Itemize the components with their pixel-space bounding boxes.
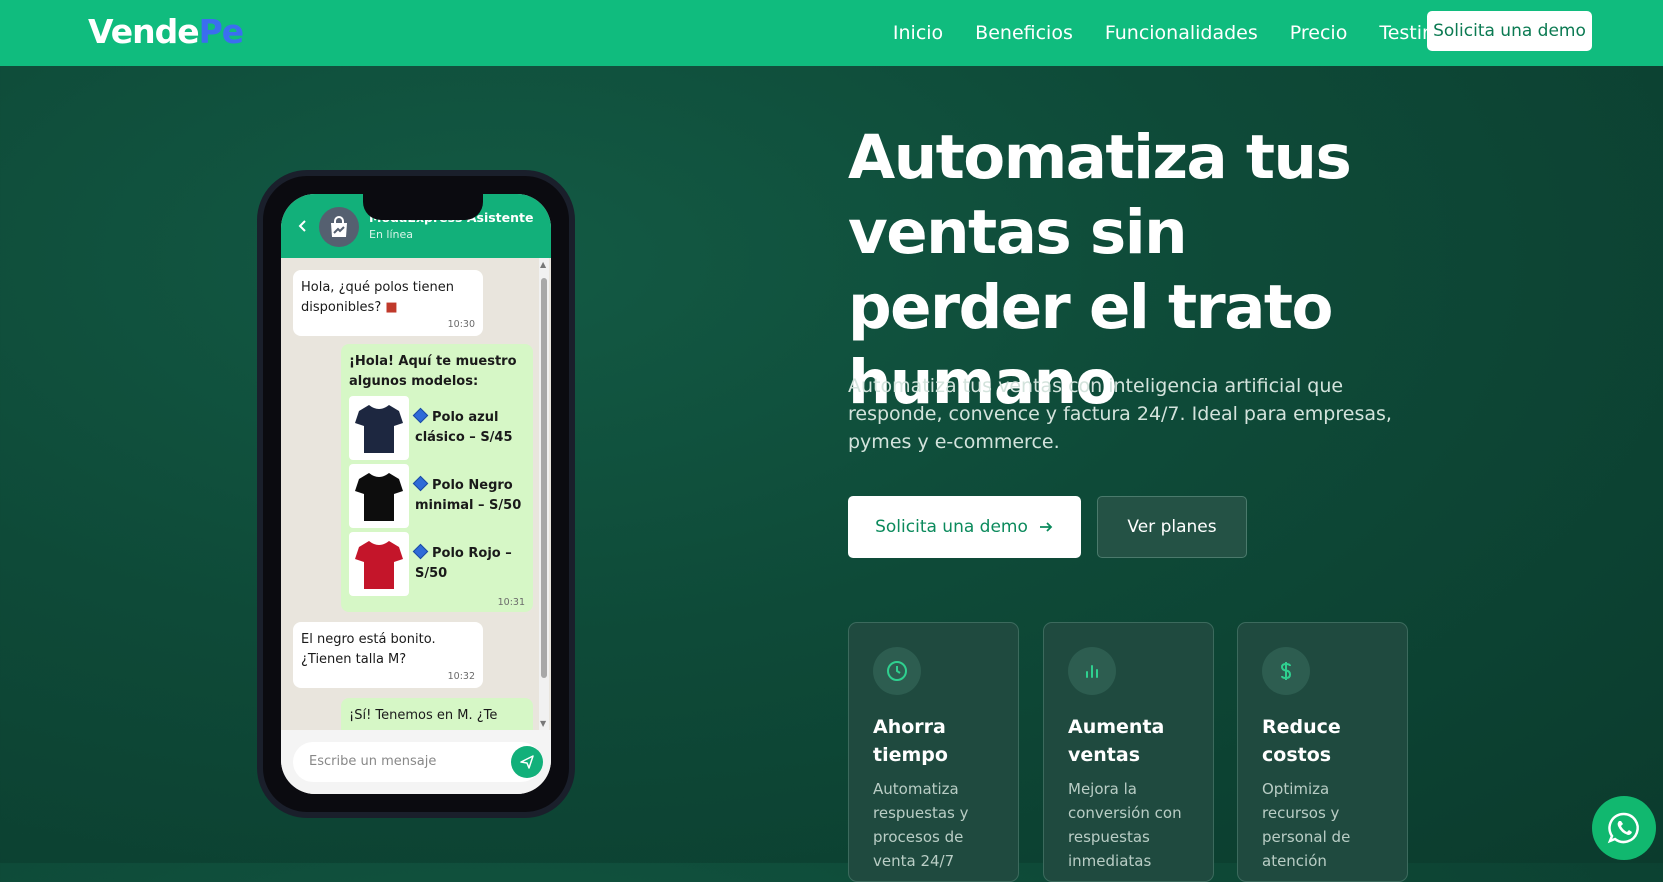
message-time: 10:32: [447, 671, 475, 682]
feature-card: Reduce costos Optimiza recursos y person…: [1237, 622, 1408, 882]
message-text: ¡Hola! Aquí te muestro algunos modelos:: [349, 354, 517, 389]
product-name: Polo azul clásico – S/45: [415, 410, 513, 445]
diamond-icon: [412, 407, 429, 424]
logo-part2: Pe: [198, 12, 245, 51]
logo[interactable]: VendePe: [88, 12, 245, 51]
shirt-emoji-icon: ■: [385, 300, 398, 315]
tshirt-navy-icon: [355, 405, 403, 453]
chat-message-outgoing: ¡Hola! Aquí te muestro algunos modelos: …: [341, 344, 533, 612]
top-navbar: VendePe Inicio Beneficios Funcionalidade…: [0, 0, 1663, 66]
whatsapp-float-button[interactable]: [1592, 796, 1656, 860]
scroll-down-icon[interactable]: ▼: [540, 719, 546, 728]
message-text: ¡Sí! Tenemos en M. ¿Te: [349, 708, 498, 723]
feature-desc: Optimiza recursos y personal de atención: [1262, 780, 1351, 870]
chat-input-bar: Escribe un mensaje: [281, 730, 551, 794]
diamond-icon: [412, 543, 429, 560]
dollar-icon: [1262, 647, 1310, 695]
nav-demo-button[interactable]: Solicita una demo: [1427, 11, 1592, 51]
tshirt-red-icon: [355, 541, 403, 589]
phone-notch: [363, 194, 483, 220]
nav-link-precio[interactable]: Precio: [1290, 22, 1348, 44]
nav-link-funcionalidades[interactable]: Funcionalidades: [1105, 22, 1258, 44]
chat-message-incoming: El negro está bonito. ¿Tienen talla M? 1…: [293, 622, 483, 688]
feature-card: Aumenta ventas Mejora la conversión con …: [1043, 622, 1214, 882]
arrow-right-icon: [1039, 522, 1053, 532]
product-name: Polo Negro minimal – S/50: [415, 478, 522, 513]
product-item[interactable]: Polo azul clásico – S/45: [349, 396, 525, 460]
hero-demo-button[interactable]: Solicita una demo: [848, 496, 1081, 558]
feature-desc: Automatiza respuestas y procesos de vent…: [873, 780, 969, 870]
chat-message-incoming: Hola, ¿qué polos tienen disponibles? ■ 1…: [293, 270, 483, 336]
product-item[interactable]: Polo Negro minimal – S/50: [349, 464, 525, 528]
product-image: [349, 532, 409, 596]
contact-avatar: [319, 207, 359, 247]
feature-desc: Mejora la conversión con respuestas inme…: [1068, 780, 1182, 870]
feature-title: Reduce costos: [1262, 716, 1341, 766]
hero-plans-button[interactable]: Ver planes: [1097, 496, 1247, 558]
tshirt-black-icon: [355, 473, 403, 521]
feature-card: Ahorra tiempo Automatiza respuestas y pr…: [848, 622, 1019, 882]
nav-link-inicio[interactable]: Inicio: [893, 22, 943, 44]
product-image: [349, 464, 409, 528]
shopping-bag-icon: [331, 216, 347, 237]
product-image: [349, 396, 409, 460]
message-text: Hola, ¿qué polos tienen disponibles?: [301, 280, 454, 315]
message-text: El negro está bonito. ¿Tienen talla M?: [301, 632, 436, 667]
feature-title: Ahorra tiempo: [873, 716, 948, 766]
feature-title: Aumenta ventas: [1068, 716, 1165, 766]
product-name: Polo Rojo – S/50: [415, 546, 512, 581]
phone-screen: ModaExpress Asistente En línea Hola, ¿qu…: [281, 194, 551, 794]
nav-link-beneficios[interactable]: Beneficios: [975, 22, 1073, 44]
clock-icon: [873, 647, 921, 695]
hero-subtitle: Automatiza tus ventas con inteligencia a…: [848, 375, 1392, 453]
message-time: 10:31: [497, 597, 525, 608]
bar-chart-icon: [1068, 647, 1116, 695]
back-arrow-icon[interactable]: [295, 218, 311, 234]
send-icon: [520, 755, 534, 769]
chat-scrollbar[interactable]: ▲ ▼: [539, 258, 549, 730]
hero-demo-label: Solicita una demo: [875, 517, 1028, 537]
diamond-icon: [412, 475, 429, 492]
phone-mockup: ModaExpress Asistente En línea Hola, ¿qu…: [257, 170, 575, 818]
nav-links: Inicio Beneficios Funcionalidades Precio…: [893, 0, 1491, 66]
whatsapp-icon: [1607, 812, 1639, 844]
contact-status: En línea: [369, 228, 414, 241]
product-item[interactable]: Polo Rojo – S/50: [349, 532, 525, 596]
message-time: 10:30: [447, 319, 475, 330]
logo-part1: Vende: [88, 12, 200, 51]
send-button[interactable]: [511, 746, 543, 778]
scrollbar-thumb[interactable]: [541, 278, 547, 678]
scroll-up-icon[interactable]: ▲: [540, 260, 546, 269]
message-input[interactable]: Escribe un mensaje: [293, 742, 541, 782]
